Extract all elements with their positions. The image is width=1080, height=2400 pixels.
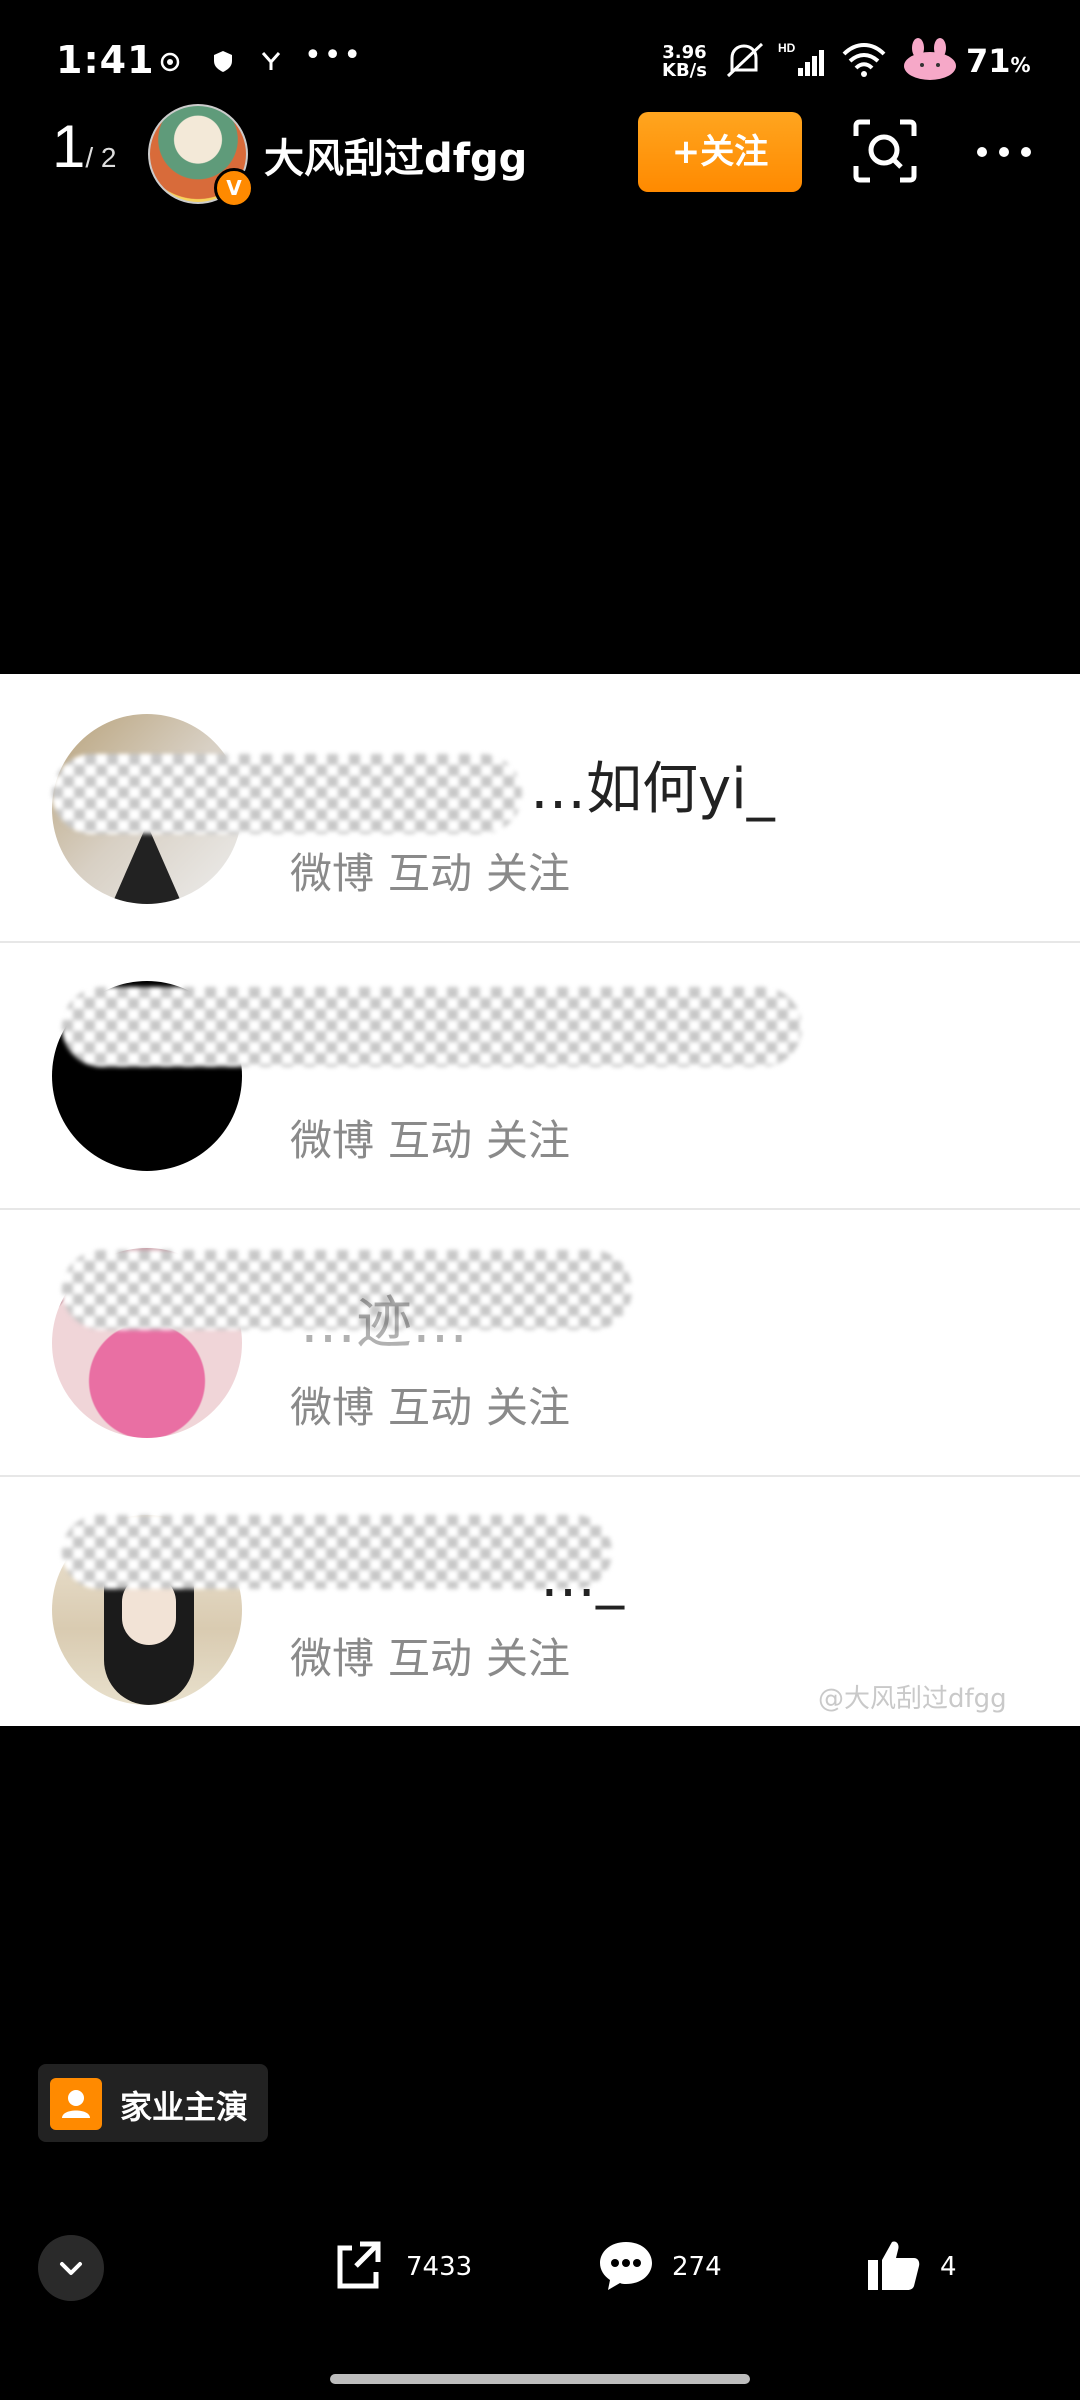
- status-bar: 1:41 ••• 3.96 KB/s HD 71%: [0, 0, 1080, 110]
- share-count: 7433: [406, 2252, 473, 2282]
- collapse-button[interactable]: [38, 2235, 104, 2301]
- share-button[interactable]: 7433: [330, 2232, 480, 2302]
- comment-button[interactable]: 274: [596, 2232, 746, 2302]
- like-count: 4: [940, 2252, 957, 2282]
- list-item-name: …_: [540, 1545, 624, 1610]
- weibo-notification-icon: [160, 52, 180, 72]
- list-item: 微博 互动 关注: [0, 941, 1080, 1210]
- topic-tag[interactable]: 家业主演: [38, 2064, 268, 2142]
- app-notification-icon: [261, 52, 281, 70]
- list-item-actions: 微博 互动 关注: [290, 1383, 571, 1432]
- mute-icon: [726, 42, 764, 78]
- more-notifications-icon: •••: [304, 38, 364, 73]
- share-icon: [337, 2241, 381, 2289]
- comment-count: 274: [672, 2252, 722, 2282]
- follow-button[interactable]: +关注: [638, 112, 802, 192]
- svg-text:HD: HD: [778, 41, 796, 55]
- shield-notification-icon: [214, 51, 232, 72]
- like-button[interactable]: 4: [864, 2232, 984, 2302]
- chevron-down-icon: [60, 2262, 82, 2275]
- list-item-name: …迹…: [300, 1291, 468, 1356]
- thumbs-up-icon: [868, 2241, 920, 2290]
- redaction-mask: [62, 1515, 612, 1589]
- author-username[interactable]: 大风刮过dfgg: [264, 126, 527, 184]
- list-item: …迹… 微博 互动 关注: [0, 1208, 1080, 1477]
- list-item-actions: 微博 互动 关注: [290, 1116, 571, 1165]
- post-image[interactable]: …如何yi_ 微博 互动 关注 微博 互动 关注 …迹… 微博 互动 关注 …_ 微博 互动关: [0, 674, 1080, 1726]
- clock: 1:41: [56, 38, 155, 82]
- wifi-icon: [842, 43, 886, 77]
- battery-bunny-icon: [904, 38, 956, 80]
- list-item-actions: 微博 互动 关注: [290, 1634, 571, 1683]
- list-item-actions: 微博 互动 关注: [290, 849, 571, 898]
- comment-icon: [600, 2242, 652, 2290]
- redaction-mask: [62, 987, 802, 1067]
- more-options-icon[interactable]: [976, 134, 1032, 170]
- network-speed: 3.96 KB/s: [662, 42, 707, 81]
- home-indicator[interactable]: [330, 2374, 750, 2384]
- list-item-name: …如何yi_: [530, 757, 775, 822]
- image-search-icon[interactable]: [852, 118, 918, 184]
- topic-tag-label: 家业主演: [120, 2088, 249, 2126]
- image-watermark: @大风刮过dfgg: [818, 1684, 1007, 1714]
- person-icon: [50, 2078, 102, 2130]
- battery-level: 71%: [966, 42, 1031, 80]
- signal-icon: HD: [778, 41, 824, 76]
- verified-badge-icon: V: [214, 168, 254, 208]
- page-indicator: 1/ 2: [52, 113, 117, 180]
- redaction-mask: [52, 754, 522, 834]
- list-item: …如何yi_ 微博 互动 关注: [0, 674, 1080, 943]
